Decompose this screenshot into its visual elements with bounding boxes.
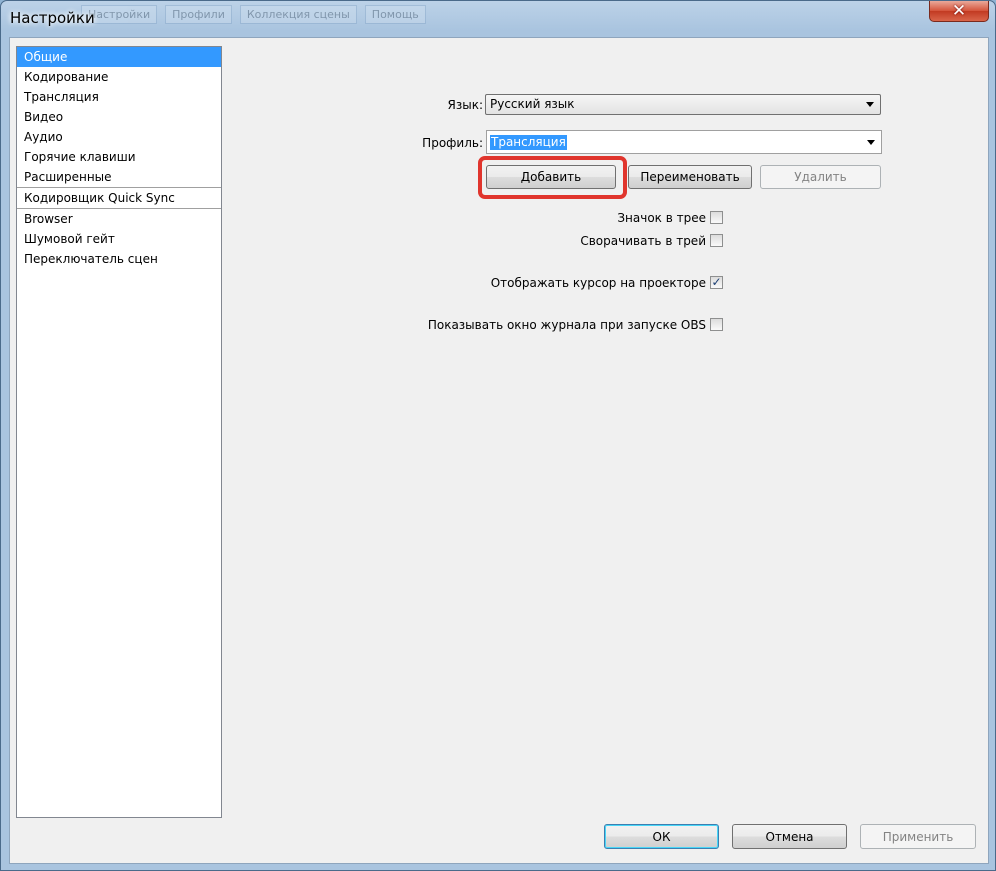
ok-button[interactable]: ОК bbox=[604, 824, 719, 849]
sidebar-item-encoding[interactable]: Кодирование bbox=[17, 67, 221, 87]
show-log-checkbox[interactable] bbox=[710, 318, 723, 331]
sidebar-item-quicksync[interactable]: Кодировщик Quick Sync bbox=[17, 187, 221, 208]
projector-cursor-checkbox[interactable]: ✓ bbox=[710, 276, 723, 289]
dialog-client-area: Общие Кодирование Трансляция Видео Аудио… bbox=[9, 37, 989, 864]
sidebar-item-advanced[interactable]: Расширенные bbox=[17, 167, 221, 187]
background-tab: Помощь bbox=[364, 5, 426, 24]
background-tab: Профили bbox=[165, 5, 232, 24]
profile-label: Профиль: bbox=[422, 136, 483, 150]
language-label: Язык: bbox=[447, 98, 483, 112]
show-log-label: Показывать окно журнала при запуске OBS bbox=[427, 318, 706, 332]
sidebar-item-scene-switcher[interactable]: Переключатель сцен bbox=[17, 249, 221, 269]
chevron-down-icon bbox=[867, 140, 875, 145]
close-button[interactable]: ✕ bbox=[929, 1, 989, 22]
window-title: Настройки bbox=[10, 9, 95, 27]
close-icon: ✕ bbox=[951, 0, 967, 21]
tray-icon-checkbox[interactable] bbox=[710, 211, 723, 224]
add-profile-button[interactable]: Добавить bbox=[486, 165, 616, 189]
checkmark-icon: ✓ bbox=[711, 275, 722, 289]
delete-profile-button[interactable]: Удалить bbox=[760, 165, 881, 189]
sidebar-item-broadcast[interactable]: Трансляция bbox=[17, 87, 221, 107]
title-bar[interactable]: Настройки Профили Коллекция сцены Помощь… bbox=[1, 1, 995, 37]
language-select[interactable]: Русский язык bbox=[485, 94, 881, 115]
sidebar-item-general[interactable]: Общие bbox=[17, 47, 221, 67]
sidebar-item-hotkeys[interactable]: Горячие клавиши bbox=[17, 147, 221, 167]
tray-icon-label: Значок в трее bbox=[617, 211, 706, 225]
background-window-tabs: Настройки Профили Коллекция сцены Помощь bbox=[81, 5, 426, 24]
cancel-button[interactable]: Отмена bbox=[732, 824, 847, 849]
language-select-value: Русский язык bbox=[490, 97, 575, 111]
background-tab: Коллекция сцены bbox=[239, 5, 357, 24]
apply-button[interactable]: Применить bbox=[860, 824, 976, 849]
sidebar-item-browser[interactable]: Browser bbox=[17, 208, 221, 229]
profile-select-value: Трансляция bbox=[490, 135, 567, 150]
settings-category-list[interactable]: Общие Кодирование Трансляция Видео Аудио… bbox=[16, 46, 222, 818]
chevron-down-icon bbox=[866, 102, 874, 107]
minimize-tray-checkbox[interactable] bbox=[710, 234, 723, 247]
sidebar-item-audio[interactable]: Аудио bbox=[17, 127, 221, 147]
sidebar-item-noise-gate[interactable]: Шумовой гейт bbox=[17, 229, 221, 249]
rename-profile-button[interactable]: Переименовать bbox=[628, 165, 752, 189]
projector-cursor-label: Отображать курсор на проекторе bbox=[490, 276, 706, 290]
profile-select[interactable]: Трансляция bbox=[486, 130, 882, 154]
sidebar-item-video[interactable]: Видео bbox=[17, 107, 221, 127]
settings-window: Настройки Профили Коллекция сцены Помощь… bbox=[0, 0, 996, 871]
minimize-tray-label: Сворачивать в трей bbox=[580, 234, 706, 248]
